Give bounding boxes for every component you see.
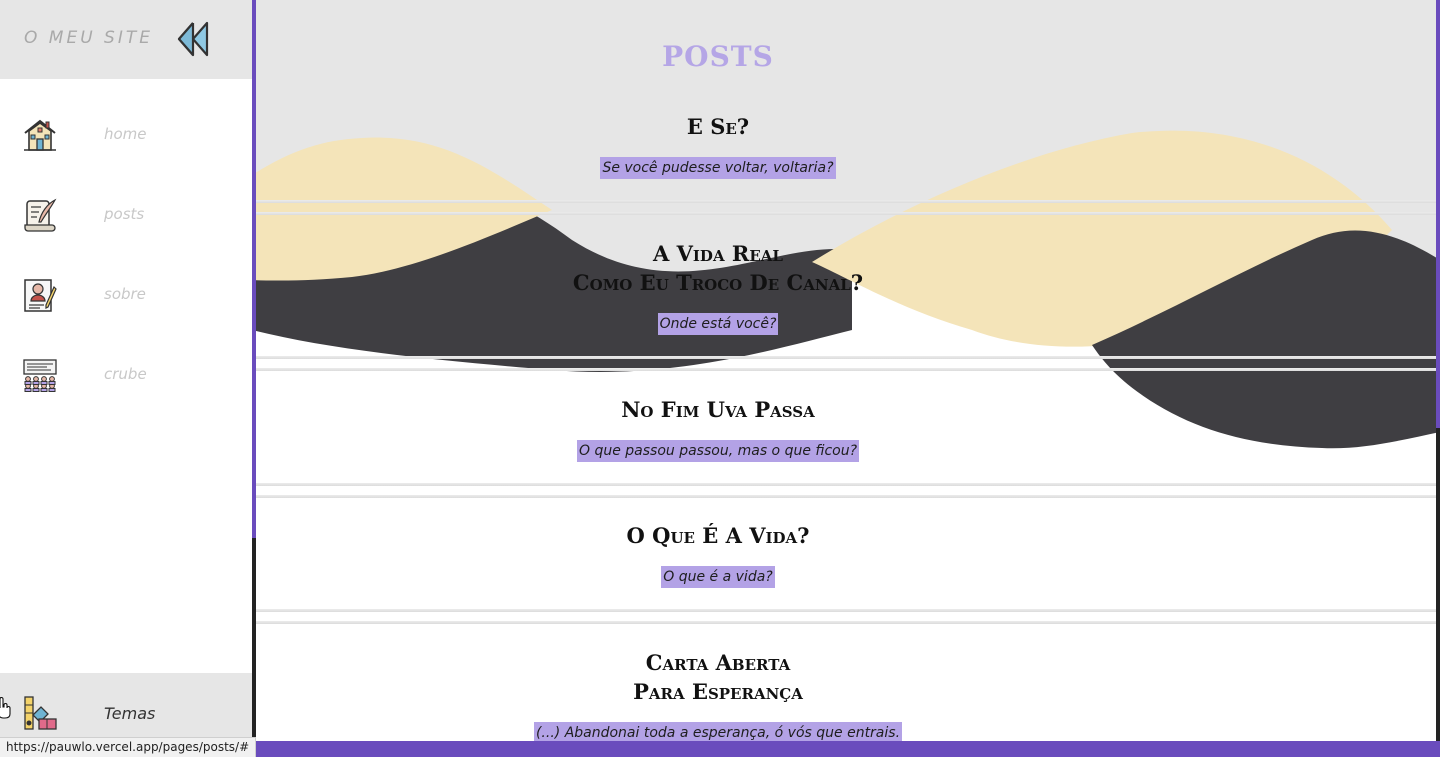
post-divider bbox=[256, 200, 1436, 216]
post-divider bbox=[256, 356, 1436, 372]
content-frame-bottom bbox=[252, 741, 1440, 757]
post-title-line-2[interactable]: Como Eu Troco De Canal? bbox=[252, 268, 1184, 297]
house-icon bbox=[22, 117, 58, 153]
post-divider bbox=[256, 609, 1436, 625]
post-divider bbox=[256, 483, 1436, 499]
post-subtitle: Onde está você? bbox=[657, 313, 779, 335]
page-title: POSTS bbox=[662, 40, 774, 73]
profile-document-icon bbox=[22, 277, 58, 313]
content-frame-right-lower bbox=[1436, 428, 1440, 757]
post-title-line-2[interactable]: Para Esperança bbox=[252, 677, 1184, 706]
scroll-quill-icon bbox=[22, 197, 58, 233]
audience-icon bbox=[22, 357, 58, 393]
sidebar-header: O MEU SITE bbox=[0, 0, 252, 79]
post-card[interactable]: Carta Aberta Para Esperança (...) Abando… bbox=[252, 648, 1184, 744]
post-card[interactable]: A Vida Real Como Eu Troco De Canal? Onde… bbox=[252, 239, 1184, 335]
post-title[interactable]: O Que É A Vida? bbox=[252, 521, 1184, 550]
color-palette-icon bbox=[22, 695, 58, 731]
sidebar: O MEU SITE home posts sobre crube Temas bbox=[0, 0, 252, 757]
post-title[interactable]: No Fim Uva Passa bbox=[252, 395, 1184, 424]
sidebar-item-crube[interactable]: crube bbox=[0, 345, 252, 405]
sidebar-item-label: posts bbox=[104, 205, 145, 223]
site-title[interactable]: O MEU SITE bbox=[24, 28, 153, 48]
hand-cursor-icon bbox=[0, 697, 12, 719]
sidebar-item-label: crube bbox=[104, 365, 147, 383]
post-subtitle: Se você pudesse voltar, voltaria? bbox=[600, 157, 836, 179]
post-card[interactable]: E Se? Se você pudesse voltar, voltaria? bbox=[252, 112, 1184, 179]
themes-label: Temas bbox=[104, 704, 156, 723]
sidebar-item-label: home bbox=[104, 125, 147, 143]
post-subtitle: O que é a vida? bbox=[661, 566, 775, 588]
post-subtitle: O que passou passou, mas o que ficou? bbox=[576, 440, 860, 462]
sidebar-item-label: sobre bbox=[104, 285, 146, 303]
content-frame-right bbox=[1436, 0, 1440, 428]
post-title[interactable]: E Se? bbox=[252, 112, 1184, 141]
posts-page: POSTS E Se? Se você pudesse voltar, volt… bbox=[252, 0, 1440, 757]
double-chevron-left-icon[interactable] bbox=[176, 21, 210, 57]
content-frame-left bbox=[252, 0, 256, 538]
post-card[interactable]: O Que É A Vida? O que é a vida? bbox=[252, 521, 1184, 588]
sidebar-item-posts[interactable]: posts bbox=[0, 185, 252, 245]
post-title-line-1[interactable]: Carta Aberta bbox=[252, 648, 1184, 677]
sidebar-item-home[interactable]: home bbox=[0, 105, 252, 165]
sidebar-item-sobre[interactable]: sobre bbox=[0, 265, 252, 325]
content-frame-left-lower bbox=[252, 538, 256, 757]
post-card[interactable]: No Fim Uva Passa O que passou passou, ma… bbox=[252, 395, 1184, 462]
post-title-line-1[interactable]: A Vida Real bbox=[252, 239, 1184, 268]
link-status-bar: https://pauwlo.vercel.app/pages/posts/# bbox=[0, 737, 257, 757]
